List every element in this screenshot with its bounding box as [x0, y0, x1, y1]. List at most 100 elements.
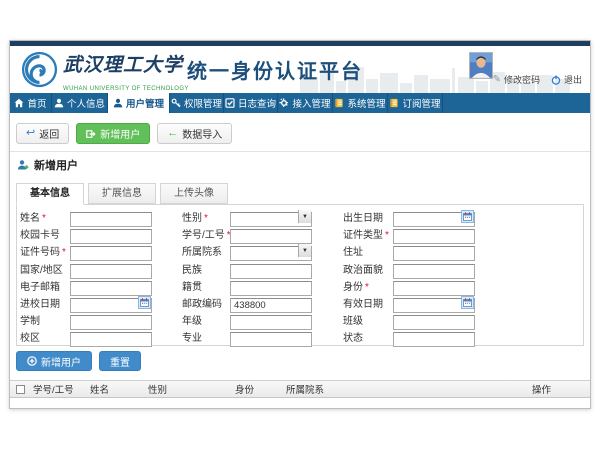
major-input[interactable]: [230, 332, 312, 347]
political-status-input[interactable]: [393, 264, 475, 279]
gender-label: 性别*: [182, 209, 230, 224]
nav-tab-log-query[interactable]: 日志查询: [224, 93, 278, 113]
tab-basic-info[interactable]: 基本信息: [16, 183, 84, 205]
nav-tab-subscription-mgmt[interactable]: 订阅管理: [388, 93, 443, 113]
add-user-toolbar-label: 新增用户: [100, 126, 140, 141]
select-all-checkbox[interactable]: [16, 385, 25, 394]
political-status-field: [393, 261, 475, 276]
data-import-button[interactable]: ← 数据导入: [157, 123, 232, 144]
table-column-header: 学号/工号: [31, 382, 88, 396]
submit-add-user-button[interactable]: 新增用户: [16, 351, 92, 371]
nav-tab-label: 日志查询: [238, 96, 276, 110]
campus-input[interactable]: [70, 332, 152, 347]
user-avatar[interactable]: [469, 52, 493, 79]
back-arrow-icon: ↩: [26, 128, 35, 139]
platform-title: 统一身份认证平台: [187, 55, 363, 84]
native-place-label: 籍贯: [182, 278, 230, 293]
schooling-length-field: [70, 312, 152, 327]
class-input[interactable]: [393, 315, 475, 330]
basic-info-panel: 姓名*性别*▼出生日期校园卡号学号/工号*证件类型*证件号码*所属院系▼住址国家…: [16, 204, 584, 346]
add-user-toolbar-button[interactable]: 新增用户: [76, 123, 150, 144]
log-icon: [225, 98, 235, 108]
form-grid: 姓名*性别*▼出生日期校园卡号学号/工号*证件类型*证件号码*所属院系▼住址国家…: [20, 208, 475, 346]
campus-field: [70, 329, 152, 344]
back-label: 返回: [39, 126, 59, 141]
nav-tab-access-mgmt[interactable]: 接入管理: [278, 93, 333, 113]
logout-link[interactable]: 退出: [551, 73, 582, 86]
nav-tab-home[interactable]: 首页: [10, 93, 52, 113]
name-input[interactable]: [70, 212, 152, 227]
postal-code-input[interactable]: [230, 298, 312, 313]
id-number-label: 证件号码*: [20, 243, 70, 258]
gender-select: ▼: [230, 209, 312, 224]
calendar-icon[interactable]: [138, 296, 151, 309]
logout-label: 退出: [564, 73, 582, 86]
nav-tab-label: 首页: [27, 96, 46, 110]
pencil-icon: ✎: [493, 74, 501, 85]
change-password-label: 修改密码: [504, 73, 540, 86]
calendar-icon[interactable]: [461, 210, 474, 223]
tab-extended-info[interactable]: 扩展信息: [88, 183, 156, 204]
grade-field: [230, 312, 312, 327]
ethnicity-label: 民族: [182, 261, 230, 276]
app-window: 武汉理工大学 WUHAN UNIVERSITY OF TECHNOLOGY 统一…: [9, 40, 591, 409]
table-column-header: 性别: [146, 382, 233, 396]
table-header-row: 学号/工号姓名性别身份所属院系操作: [10, 380, 590, 398]
section-header: 新增用户: [17, 157, 78, 173]
address-input[interactable]: [393, 246, 475, 261]
nav-tab-system-mgmt[interactable]: 系统管理: [333, 93, 388, 113]
tab-upload-photo[interactable]: 上传头像: [160, 183, 228, 204]
table-column-header: 身份: [233, 382, 284, 396]
required-asterisk: *: [42, 213, 46, 224]
account-links: ✎ 修改密码 退出: [493, 73, 582, 86]
dropdown-arrow-icon[interactable]: ▼: [298, 210, 311, 223]
plus-circle-icon: [27, 356, 37, 366]
postal-code-label: 邮政编码: [182, 295, 230, 310]
form-actions: 新增用户 重置: [16, 351, 141, 371]
id-type-input[interactable]: [393, 229, 475, 244]
id-type-label: 证件类型*: [343, 226, 393, 241]
reset-button[interactable]: 重置: [99, 351, 141, 371]
change-password-link[interactable]: ✎ 修改密码: [493, 73, 540, 86]
campus-card-input[interactable]: [70, 229, 152, 244]
dropdown-arrow-icon[interactable]: ▼: [298, 244, 311, 257]
table-column-header: 所属院系: [284, 382, 508, 396]
ethnicity-input[interactable]: [230, 264, 312, 279]
native-place-input[interactable]: [230, 281, 312, 296]
content-area: ↩ 返回 新增用户 ← 数据导入 新增用户: [10, 113, 590, 408]
department-select: ▼: [230, 243, 312, 258]
student-id-input[interactable]: [230, 229, 312, 244]
major-label: 专业: [182, 329, 230, 344]
campus-label: 校区: [20, 329, 70, 344]
nav-tab-permission-mgmt[interactable]: 权限管理: [170, 93, 224, 113]
university-name-en: WUHAN UNIVERSITY OF TECHNOLOGY: [63, 86, 189, 93]
schooling-length-input[interactable]: [70, 315, 152, 330]
grade-input[interactable]: [230, 315, 312, 330]
back-button[interactable]: ↩ 返回: [16, 123, 69, 144]
table-empty-body: [10, 398, 590, 407]
id-number-input[interactable]: [70, 246, 152, 261]
address-label: 住址: [343, 243, 393, 258]
political-status-label: 政治面貌: [343, 261, 393, 276]
nav-tab-label: 接入管理: [292, 96, 330, 110]
identity-input[interactable]: [393, 281, 475, 296]
email-input[interactable]: [70, 281, 152, 296]
country-input[interactable]: [70, 264, 152, 279]
book-icon: [389, 98, 399, 108]
calendar-icon[interactable]: [461, 296, 474, 309]
toolbar: ↩ 返回 新增用户 ← 数据导入: [16, 123, 232, 144]
toolbar-divider: [10, 151, 590, 152]
status-input[interactable]: [393, 332, 475, 347]
nav-tab-profile[interactable]: 个人信息: [52, 93, 108, 113]
submit-add-user-label: 新增用户: [41, 354, 81, 369]
department-label: 所属院系: [182, 243, 230, 258]
add-user-icon: [17, 159, 29, 171]
main-nav: 首页个人信息用户管理权限管理日志查询 接入管理系统管理订阅管理: [10, 93, 590, 113]
section-title: 新增用户: [34, 157, 78, 173]
data-import-label: 数据导入: [182, 126, 222, 141]
nav-tab-user-mgmt[interactable]: 用户管理: [108, 93, 170, 113]
users-icon: [113, 98, 123, 108]
schooling-length-label: 学制: [20, 312, 70, 327]
name-label: 姓名*: [20, 209, 70, 224]
identity-label: 身份*: [343, 278, 393, 293]
